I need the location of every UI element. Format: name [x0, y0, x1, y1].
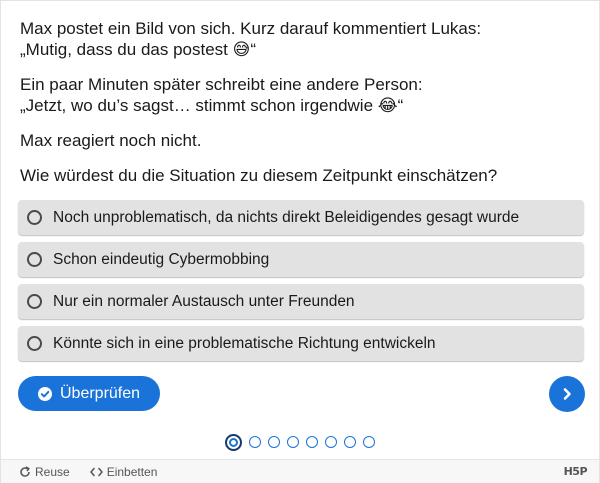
page-dot-7[interactable] — [344, 436, 356, 448]
answer-option-4[interactable]: Könnte sich in eine problematische Richt… — [18, 326, 584, 361]
story-paragraph-1: Max postet ein Bild von sich. Kurz darau… — [20, 18, 585, 60]
check-circle-icon — [38, 386, 52, 401]
answer-label: Schon eindeutig Cybermobbing — [53, 250, 270, 268]
answer-label: Nur ein normaler Austausch unter Freunde… — [53, 292, 355, 310]
embed-button[interactable]: Einbetten — [89, 464, 158, 479]
check-button-label: Überprüfen — [60, 384, 141, 402]
answer-option-1[interactable]: Noch unproblematisch, da nichts direkt B… — [18, 200, 584, 235]
slide-pagination — [225, 433, 382, 451]
scenario-text: Max postet ein Bild von sich. Kurz darau… — [20, 18, 585, 186]
h5p-content-frame: Max postet ein Bild von sich. Kurz darau… — [0, 0, 600, 483]
answer-options: Noch unproblematisch, da nichts direkt B… — [18, 200, 584, 368]
page-dot-8[interactable] — [363, 436, 375, 448]
next-button[interactable] — [549, 376, 585, 412]
story-quote: „Jetzt, wo du’s sagst… stimmt schon irge… — [20, 96, 404, 115]
radio-button[interactable] — [27, 294, 42, 309]
radio-button[interactable] — [27, 336, 42, 351]
answer-option-2[interactable]: Schon eindeutig Cybermobbing — [18, 242, 584, 277]
question-text: Wie würdest du die Situation zu diesem Z… — [20, 166, 498, 185]
page-dot-6[interactable] — [325, 436, 337, 448]
story-text: Ein paar Minuten später schreibt eine an… — [20, 75, 423, 94]
answer-label: Könnte sich in eine problematische Richt… — [53, 334, 436, 352]
h5p-logo[interactable]: H5P — [564, 465, 588, 478]
radio-button[interactable] — [27, 252, 42, 267]
chevron-right-icon — [560, 387, 574, 401]
reuse-label: Reuse — [35, 464, 70, 479]
story-paragraph-3: Max reagiert noch nicht. — [20, 131, 202, 150]
reuse-icon — [19, 465, 31, 478]
page-dot-4[interactable] — [287, 436, 299, 448]
story-text: Max postet ein Bild von sich. Kurz darau… — [20, 19, 482, 38]
page-dot-1[interactable] — [225, 433, 242, 451]
reuse-button[interactable]: Reuse — [19, 465, 70, 479]
page-dot-5[interactable] — [306, 436, 318, 448]
answer-option-3[interactable]: Nur ein normaler Austausch unter Freunde… — [18, 284, 584, 319]
page-dot-2[interactable] — [249, 436, 261, 448]
story-paragraph-2: Ein paar Minuten später schreibt eine an… — [20, 74, 585, 116]
check-button[interactable]: Überprüfen — [18, 376, 160, 411]
story-quote: „Mutig, dass du das postest 😅“ — [20, 40, 256, 59]
h5p-footer: Reuse Einbetten H5P — [1, 459, 599, 483]
answer-label: Noch unproblematisch, da nichts direkt B… — [53, 208, 520, 226]
radio-button[interactable] — [27, 210, 42, 225]
embed-label: Einbetten — [106, 464, 158, 479]
page-dot-3[interactable] — [268, 436, 280, 448]
code-icon — [89, 467, 103, 477]
